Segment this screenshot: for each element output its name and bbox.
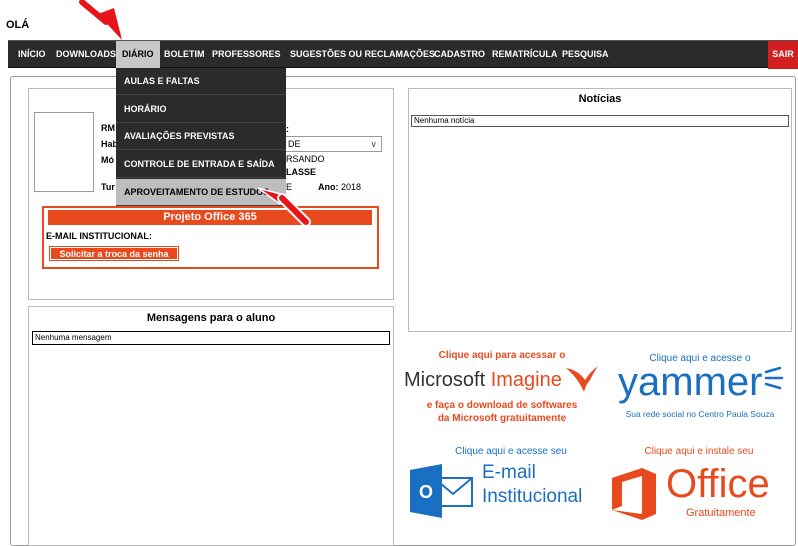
partial-colon: : bbox=[286, 124, 289, 134]
office-install-banner[interactable]: Clique aqui e instale seu Office Gratuit… bbox=[606, 442, 792, 535]
imagine-brand-imagine: Imagine bbox=[490, 369, 562, 391]
office-sub: Gratuitamente bbox=[686, 507, 756, 519]
menu-avaliacoes-previstas[interactable]: AVALIAÇÕES PREVISTAS bbox=[116, 123, 286, 150]
nav-professores[interactable]: PROFESSORES bbox=[212, 41, 281, 69]
email-line1: Clique aqui e acesse seu bbox=[455, 446, 567, 457]
status-classe: LASSE bbox=[286, 167, 317, 177]
change-password-button[interactable]: Solicitar a troca da senha bbox=[49, 246, 179, 261]
turma-label: Tur bbox=[101, 182, 115, 192]
imagine-line1: Clique aqui para acessar o bbox=[438, 350, 566, 361]
institutional-email-label: E-MAIL INSTITUCIONAL: bbox=[46, 231, 152, 241]
logout-button[interactable]: SAIR bbox=[768, 41, 798, 69]
module-select-value: DE bbox=[288, 139, 301, 149]
nav-rematricula[interactable]: REMATRÍCULA bbox=[492, 41, 557, 69]
chevron-down-icon: ∨ bbox=[370, 139, 377, 149]
imagine-logo-text: Microsoft Imagine bbox=[404, 369, 562, 392]
yammer-logo: yammer bbox=[618, 360, 763, 404]
imagine-line2: e faça o download de softwares bbox=[426, 400, 578, 411]
imagine-line3: da Microsoft gratuitamente bbox=[437, 413, 567, 424]
nav-sugestoes[interactable]: SUGESTÕES OU RECLAMAÇÕES bbox=[290, 41, 435, 69]
news-title: Notícias bbox=[578, 93, 622, 105]
annotation-arrow-icon bbox=[257, 187, 311, 227]
modulo-label: Mó bbox=[101, 155, 114, 165]
yammer-banner[interactable]: Clique aqui e acesse o yammer Sua rede s… bbox=[610, 346, 790, 432]
yammer-waves-icon bbox=[764, 366, 784, 390]
outlook-icon-letter: O bbox=[419, 482, 433, 502]
yammer-sub: Sua rede social no Centro Paula Souza bbox=[625, 409, 775, 419]
ano-label: Ano: bbox=[318, 182, 339, 192]
menu-horario[interactable]: HORÁRIO bbox=[116, 96, 286, 123]
nav-boletim[interactable]: BOLETIM bbox=[164, 41, 205, 69]
main-navbar: INÍCIO DOWNLOADS DIÁRIO BOLETIM PROFESSO… bbox=[8, 40, 798, 69]
messages-title: Mensagens para o aluno bbox=[146, 312, 276, 324]
messages-list: Nenhuma mensagem bbox=[32, 331, 390, 345]
nav-pesquisa[interactable]: PESQUISA bbox=[562, 41, 609, 69]
student-photo bbox=[34, 112, 94, 192]
imagine-brand-ms: Microsoft bbox=[404, 369, 486, 391]
email-brand2: Institucional bbox=[482, 486, 583, 507]
menu-aulas-faltas[interactable]: AULAS E FALTAS bbox=[116, 68, 286, 95]
annotation-arrow-icon bbox=[79, 0, 122, 40]
status-cursando: RSANDO bbox=[286, 154, 325, 164]
office-brand: Office bbox=[666, 462, 770, 506]
email-institucional-banner[interactable]: Clique aqui e acesse seu O E-mail Instit… bbox=[404, 442, 600, 535]
greeting-text: OLÁ bbox=[6, 19, 30, 31]
nav-inicio[interactable]: INÍCIO bbox=[18, 41, 46, 69]
menu-controle-entrada-saida[interactable]: CONTROLE DE ENTRADA E SAÍDA bbox=[116, 151, 286, 178]
nav-downloads[interactable]: DOWNLOADS bbox=[56, 41, 116, 69]
email-brand1: E-mail bbox=[482, 462, 536, 483]
office365-title: Projeto Office 365 bbox=[48, 210, 372, 225]
outlook-icon: O bbox=[410, 464, 473, 518]
microsoft-imagine-banner[interactable]: Clique aqui para acessar o Microsoft Ima… bbox=[404, 346, 600, 432]
imagine-x-icon bbox=[566, 366, 598, 392]
nav-diario[interactable]: DIÁRIO bbox=[116, 41, 160, 69]
nav-cadastro[interactable]: CADASTRO bbox=[434, 41, 485, 69]
news-list: Nenhuma notícia bbox=[411, 115, 789, 127]
module-select[interactable]: DE ∨ bbox=[284, 136, 382, 152]
ano-value: 2018 bbox=[341, 182, 362, 192]
office-logo-icon bbox=[612, 468, 656, 520]
office-line1: Clique aqui e instale seu bbox=[644, 446, 754, 457]
